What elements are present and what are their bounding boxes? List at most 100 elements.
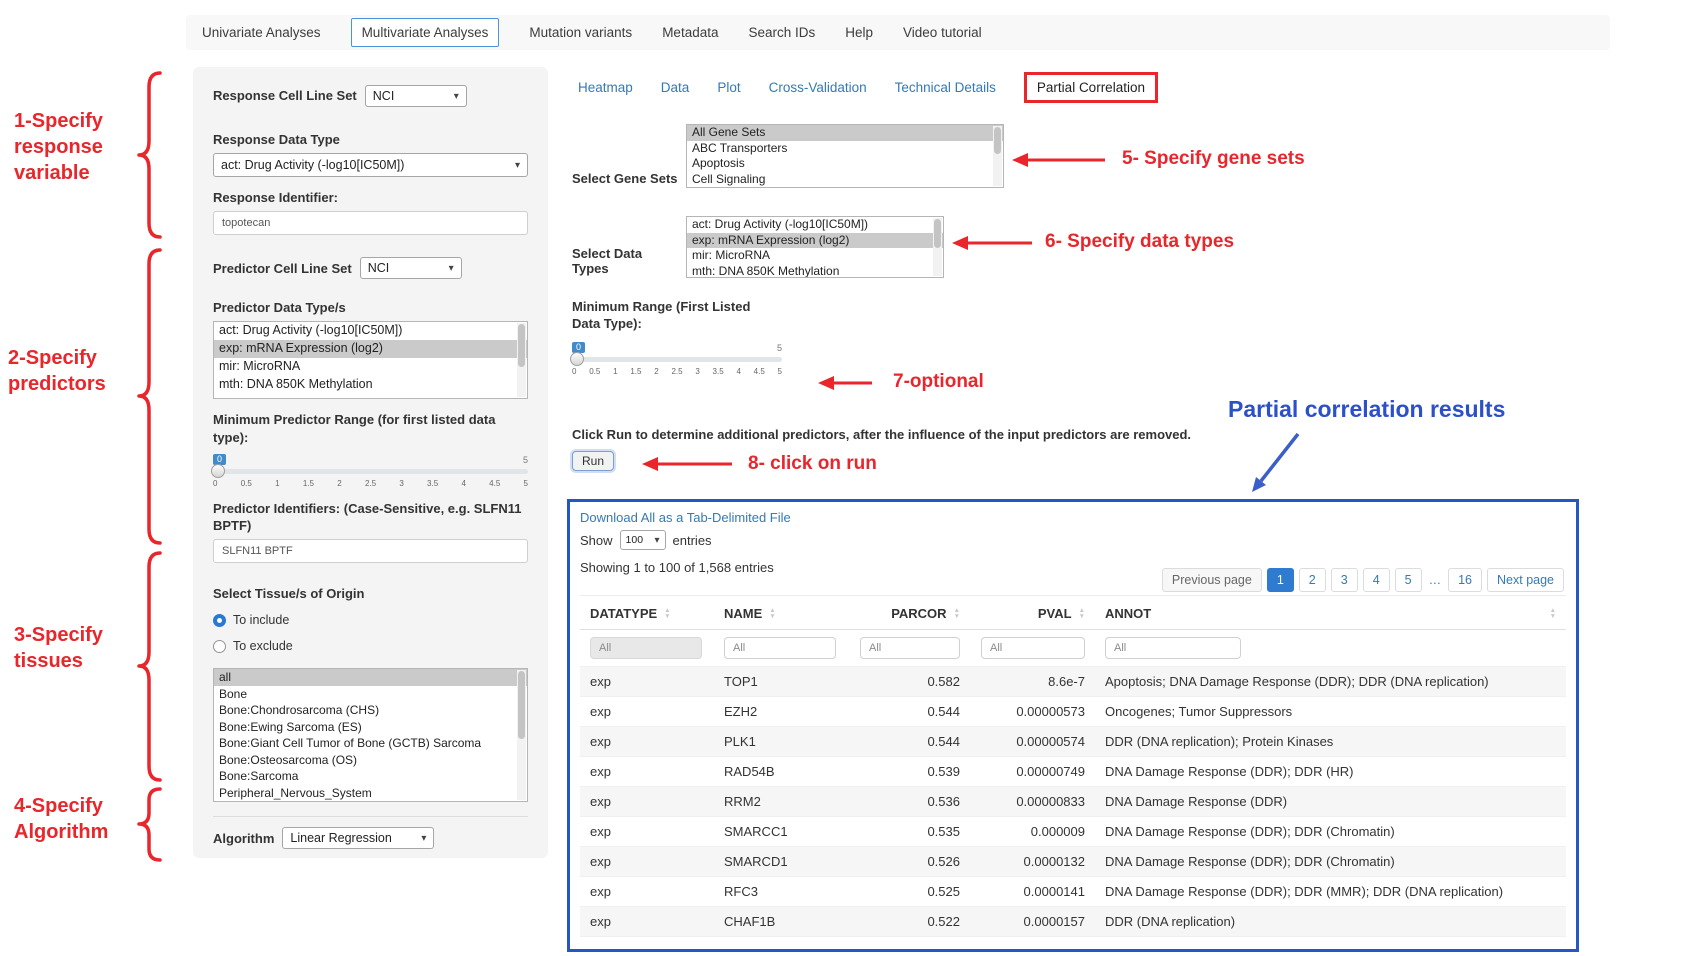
- tab-technical-details[interactable]: Technical Details: [895, 80, 996, 95]
- gene-sets-list[interactable]: All Gene Sets ABC Transporters Apoptosis…: [686, 124, 1004, 188]
- response-cell-line-select[interactable]: NCI ▾: [365, 85, 467, 107]
- slider-max-label: 5: [777, 343, 782, 353]
- predictor-identifiers-input[interactable]: [213, 539, 528, 563]
- list-item[interactable]: Peripheral_Nervous_System: [214, 785, 527, 802]
- cellminer-multivariate-page: Univariate Analyses Multivariate Analyse…: [0, 0, 1700, 956]
- tab-partial-correlation[interactable]: Partial Correlation: [1024, 72, 1158, 103]
- cell-pval: 0.00000573: [970, 697, 1095, 727]
- sort-icon[interactable]: ▲▼: [664, 608, 670, 619]
- sort-icon[interactable]: ▲▼: [1079, 608, 1085, 619]
- tab-data[interactable]: Data: [661, 80, 690, 95]
- tissue-include-radio[interactable]: To include: [213, 610, 528, 630]
- download-link[interactable]: Download All as a Tab-Delimited File: [580, 510, 791, 525]
- column-header-datatype[interactable]: DATATYPE▲▼: [580, 596, 714, 630]
- filter-parcor-input[interactable]: [860, 637, 960, 659]
- page-button-4[interactable]: 4: [1363, 568, 1390, 592]
- nav-item-search-ids[interactable]: Search IDs: [748, 25, 815, 40]
- page-button-2[interactable]: 2: [1299, 568, 1326, 592]
- list-item[interactable]: Bone:Giant Cell Tumor of Bone (GCTB) Sar…: [214, 735, 527, 752]
- nav-item-metadata[interactable]: Metadata: [662, 25, 718, 40]
- entries-count-select[interactable]: 100 ▾: [620, 530, 666, 550]
- list-item[interactable]: mth: DNA 850K Methylation: [687, 264, 943, 279]
- list-item[interactable]: Bone:Sarcoma: [214, 768, 527, 785]
- column-header-annot[interactable]: ANNOT▲▼: [1095, 596, 1566, 630]
- column-header-parcor[interactable]: PARCOR▲▼: [848, 596, 970, 630]
- cell-datatype: exp: [580, 667, 714, 697]
- scrollbar-thumb[interactable]: [518, 324, 525, 367]
- entries-label: entries: [673, 533, 712, 548]
- tab-plot[interactable]: Plot: [717, 80, 740, 95]
- sort-icon[interactable]: ▲▼: [954, 608, 960, 619]
- nav-item-help[interactable]: Help: [845, 25, 873, 40]
- response-identifier-input[interactable]: [213, 211, 528, 235]
- scrollbar[interactable]: [517, 323, 526, 397]
- slider-handle[interactable]: [211, 464, 225, 478]
- list-item[interactable]: act: Drug Activity (-log10[IC50M]): [214, 322, 527, 340]
- list-item[interactable]: Apoptosis: [687, 156, 1003, 172]
- sort-desc-icon: ▼: [1079, 614, 1085, 620]
- tissue-exclude-radio[interactable]: To exclude: [213, 636, 528, 656]
- filter-name-input[interactable]: [724, 637, 836, 659]
- page-button-3[interactable]: 3: [1331, 568, 1358, 592]
- next-page-button[interactable]: Next page: [1487, 568, 1564, 592]
- cell-pval: 0.000009: [970, 817, 1095, 847]
- tab-heatmap[interactable]: Heatmap: [578, 80, 633, 95]
- previous-page-button[interactable]: Previous page: [1162, 568, 1262, 592]
- list-item[interactable]: mir: MicroRNA: [214, 358, 527, 376]
- slider-track[interactable]: [572, 357, 782, 362]
- list-item[interactable]: Bone:Chondrosarcoma (CHS): [214, 702, 527, 719]
- response-data-type-select[interactable]: act: Drug Activity (-log10[IC50M]) ▾: [213, 153, 528, 177]
- list-item-selected[interactable]: all: [214, 669, 527, 686]
- list-item[interactable]: Bone:Osteosarcoma (OS): [214, 752, 527, 769]
- list-item-selected[interactable]: All Gene Sets: [687, 125, 1003, 141]
- page-button-1[interactable]: 1: [1267, 568, 1294, 592]
- column-header-pval[interactable]: PVAL▲▼: [970, 596, 1095, 630]
- scrollbar[interactable]: [517, 670, 526, 800]
- list-item-selected[interactable]: exp: mRNA Expression (log2): [214, 340, 527, 358]
- scrollbar-thumb[interactable]: [934, 219, 941, 248]
- tissue-list[interactable]: all Bone Bone:Chondrosarcoma (CHS) Bone:…: [213, 668, 528, 802]
- data-types-list[interactable]: act: Drug Activity (-log10[IC50M]) exp: …: [686, 216, 944, 278]
- page-button-5[interactable]: 5: [1395, 568, 1422, 592]
- nav-item-video-tutorial[interactable]: Video tutorial: [903, 25, 982, 40]
- scrollbar-thumb[interactable]: [994, 127, 1001, 154]
- pagination-ellipsis: …: [1427, 569, 1444, 591]
- tick-label: 1.5: [630, 367, 641, 376]
- column-header-name[interactable]: NAME▲▼: [714, 596, 848, 630]
- list-item[interactable]: ABC Transporters: [687, 141, 1003, 157]
- list-item[interactable]: Cell Signaling: [687, 172, 1003, 188]
- list-item[interactable]: mir: MicroRNA: [687, 248, 943, 264]
- list-item[interactable]: act: Drug Activity (-log10[IC50M]): [687, 217, 943, 233]
- list-item[interactable]: mth: DNA 850K Methylation: [214, 376, 527, 394]
- tick-label: 5: [778, 367, 782, 376]
- list-item-selected[interactable]: exp: mRNA Expression (log2): [687, 233, 943, 249]
- minimum-range-slider[interactable]: 0 5 0 0.5 1 1.5 2 2.5 3 3.5 4 4.5 5: [572, 342, 782, 376]
- tab-cross-validation[interactable]: Cross-Validation: [769, 80, 867, 95]
- slider-track[interactable]: [213, 469, 528, 474]
- predictor-cell-line-select[interactable]: NCI ▾: [360, 257, 462, 279]
- scrollbar[interactable]: [993, 126, 1002, 186]
- run-button[interactable]: Run: [572, 451, 614, 471]
- sort-icon[interactable]: ▲▼: [1550, 608, 1556, 619]
- cell-parcor: 0.544: [848, 697, 970, 727]
- filter-datatype-input[interactable]: [590, 637, 702, 659]
- scrollbar[interactable]: [933, 218, 942, 276]
- slider-handle[interactable]: [570, 352, 584, 366]
- algorithm-select[interactable]: Linear Regression ▾: [282, 827, 434, 849]
- nav-item-univariate-analyses[interactable]: Univariate Analyses: [202, 25, 321, 40]
- predictor-cell-line-label: Predictor Cell Line Set: [213, 260, 352, 277]
- tick-label: 3.5: [427, 479, 438, 488]
- nav-item-multivariate-analyses[interactable]: Multivariate Analyses: [351, 18, 500, 47]
- nav-item-mutation-variants[interactable]: Mutation variants: [529, 25, 632, 40]
- list-item[interactable]: Bone:Ewing Sarcoma (ES): [214, 719, 527, 736]
- scrollbar-thumb[interactable]: [518, 671, 525, 739]
- page-button-16[interactable]: 16: [1448, 568, 1482, 592]
- filter-annot-input[interactable]: [1105, 637, 1241, 659]
- list-item[interactable]: Bone: [214, 686, 527, 703]
- radio-selected-icon: [213, 614, 226, 627]
- sort-icon[interactable]: ▲▼: [769, 608, 775, 619]
- min-predictor-range-slider[interactable]: 0 5 0 0.5 1 1.5 2 2.5 3 3.5 4 4.5 5: [213, 454, 528, 488]
- selected-value: Linear Regression: [290, 831, 391, 845]
- filter-pval-input[interactable]: [981, 637, 1085, 659]
- predictor-data-types-list[interactable]: act: Drug Activity (-log10[IC50M]) exp: …: [213, 321, 528, 399]
